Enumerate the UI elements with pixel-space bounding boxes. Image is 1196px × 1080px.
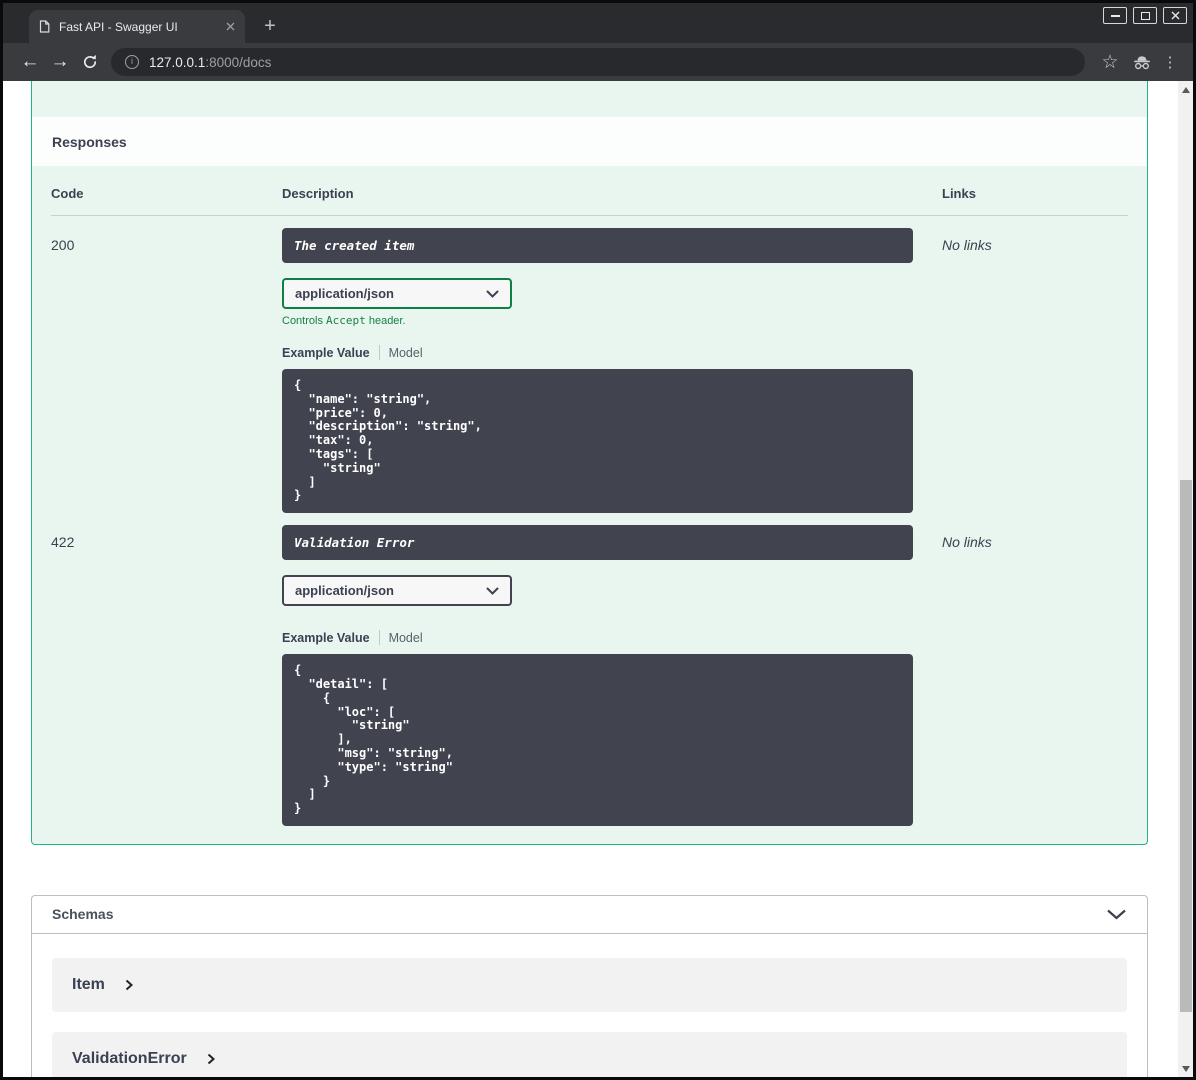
example-model-tabs: Example Value Model bbox=[282, 630, 942, 646]
schema-name: ValidationError bbox=[72, 1049, 187, 1067]
browser-window: Fast API - Swagger UI + ← → i 127.0.0.1:… bbox=[0, 0, 1196, 1080]
model-tab[interactable]: Model bbox=[389, 631, 423, 645]
opblock-spacer bbox=[32, 81, 1147, 117]
scrollbar[interactable] bbox=[1178, 81, 1193, 1077]
media-type-select[interactable]: application/json bbox=[282, 575, 512, 607]
page-favicon-icon bbox=[39, 20, 50, 33]
tab-strip: Fast API - Swagger UI + bbox=[3, 3, 1193, 43]
scrollbar-thumb[interactable] bbox=[1179, 480, 1192, 1012]
responses-table-header: Code Description Links bbox=[51, 180, 1128, 216]
example-code-block: { "detail": [ { "loc": [ "string" ], "ms… bbox=[282, 654, 913, 826]
response-description-box: Validation Error bbox=[282, 525, 913, 561]
minimize-icon bbox=[1110, 14, 1120, 17]
scroll-down-button[interactable] bbox=[1178, 1061, 1193, 1076]
example-value-tab[interactable]: Example Value bbox=[282, 631, 370, 645]
accept-header-note: Controls Accept header. bbox=[282, 314, 406, 327]
page-content: Responses Code Description Links 200 The… bbox=[3, 81, 1193, 1077]
menu-kebab-icon[interactable]: ⋮ bbox=[1159, 53, 1181, 71]
response-code: 200 bbox=[51, 237, 75, 253]
maximize-icon bbox=[1140, 11, 1150, 20]
browser-toolbar: ← → i 127.0.0.1:8000/docs ☆ ⋮ bbox=[3, 43, 1193, 81]
back-button[interactable]: ← bbox=[15, 51, 45, 73]
links-cell: No links bbox=[942, 237, 992, 253]
browser-tab[interactable]: Fast API - Swagger UI bbox=[29, 10, 245, 43]
schema-item-row[interactable]: Item bbox=[52, 957, 1127, 1012]
tab-divider bbox=[378, 345, 380, 360]
example-value-tab[interactable]: Example Value bbox=[282, 346, 370, 360]
triangle-up-icon bbox=[1181, 86, 1190, 93]
schemas-body: Item ValidationError bbox=[32, 934, 1147, 1077]
reload-icon bbox=[83, 55, 97, 69]
reload-button[interactable] bbox=[75, 54, 105, 70]
maximize-button[interactable] bbox=[1133, 7, 1157, 24]
schema-name: Item bbox=[72, 975, 105, 993]
url-text: 127.0.0.1:8000/docs bbox=[149, 55, 271, 70]
chevron-down-icon[interactable] bbox=[1106, 909, 1127, 920]
minimize-button[interactable] bbox=[1103, 7, 1127, 24]
example-model-tabs: Example Value Model bbox=[282, 345, 942, 360]
tab-close-icon[interactable] bbox=[226, 22, 235, 31]
forward-button[interactable]: → bbox=[45, 51, 75, 73]
description-column-header: Description bbox=[282, 186, 354, 201]
response-description-box: The created item bbox=[282, 228, 913, 263]
window-controls bbox=[1103, 7, 1187, 24]
media-type-value: application/json bbox=[295, 583, 394, 599]
tab-divider bbox=[378, 630, 380, 646]
url-path: :8000/docs bbox=[205, 54, 272, 70]
close-button[interactable] bbox=[1163, 7, 1187, 24]
response-row-200: 200 The created item application/json Co… bbox=[51, 216, 1128, 514]
response-description-cell: Validation Error application/json Exampl… bbox=[282, 525, 942, 826]
response-description-cell: The created item application/json Contro… bbox=[282, 228, 942, 514]
schemas-section: Schemas Item ValidationError bbox=[31, 894, 1148, 1077]
close-icon bbox=[1171, 11, 1179, 20]
bookmark-star-icon[interactable]: ☆ bbox=[1095, 51, 1125, 74]
links-column-header: Links bbox=[942, 186, 976, 201]
chevron-down-icon bbox=[486, 587, 499, 595]
schemas-header[interactable]: Schemas bbox=[32, 896, 1147, 934]
responses-title: Responses bbox=[52, 133, 127, 150]
responses-section: Responses Code Description Links 200 The… bbox=[31, 81, 1148, 845]
triangle-down-icon bbox=[1181, 1065, 1190, 1072]
scroll-up-button[interactable] bbox=[1178, 82, 1193, 97]
responses-table: Code Description Links 200 The created i… bbox=[32, 166, 1147, 844]
code-column-header: Code bbox=[51, 186, 84, 201]
response-row-422: 422 Validation Error application/json Ex… bbox=[51, 513, 1128, 826]
media-type-select[interactable]: application/json bbox=[282, 278, 512, 309]
example-code-block: { "name": "string", "price": 0, "descrip… bbox=[282, 369, 913, 514]
chevron-right-icon bbox=[125, 979, 133, 991]
model-tab[interactable]: Model bbox=[389, 346, 423, 360]
chevron-right-icon bbox=[207, 1053, 215, 1065]
responses-header: Responses bbox=[32, 117, 1147, 166]
links-cell: No links bbox=[942, 534, 992, 551]
tab-title: Fast API - Swagger UI bbox=[59, 19, 178, 34]
new-tab-button[interactable]: + bbox=[257, 13, 283, 39]
incognito-icon bbox=[1125, 55, 1159, 70]
url-host: 127.0.0.1 bbox=[149, 54, 206, 70]
site-info-icon[interactable]: i bbox=[125, 55, 139, 69]
schemas-title: Schemas bbox=[52, 906, 114, 923]
address-bar[interactable]: i 127.0.0.1:8000/docs bbox=[111, 48, 1085, 76]
response-code: 422 bbox=[51, 534, 75, 551]
chevron-down-icon bbox=[486, 290, 499, 298]
schema-item-row[interactable]: ValidationError bbox=[52, 1031, 1127, 1077]
media-type-value: application/json bbox=[295, 286, 394, 301]
